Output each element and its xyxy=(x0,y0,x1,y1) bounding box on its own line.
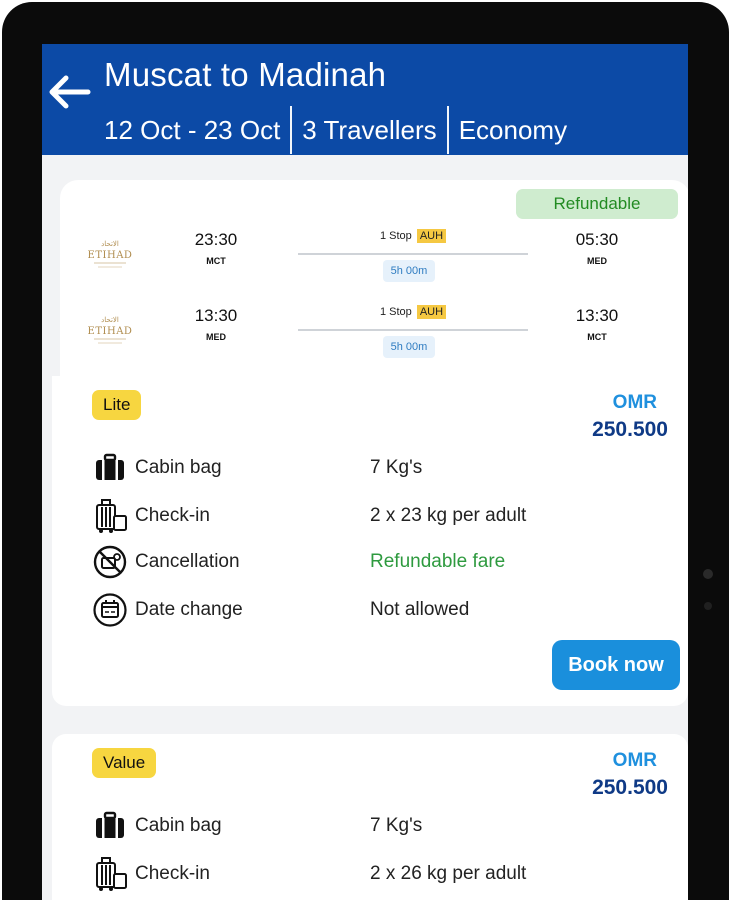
search-header: Muscat to Madinah 12 Oct - 23 Oct 3 Trav… xyxy=(42,44,688,155)
luggage-trolley-icon xyxy=(96,857,127,891)
stop-count: 1 Stop xyxy=(379,230,412,242)
calendar-icon xyxy=(93,593,127,627)
departure-airport: MED xyxy=(206,332,226,342)
feature-value: 2 x 26 kg per adult xyxy=(370,863,527,884)
arrival-time: 13:30 xyxy=(575,306,619,325)
feature-check-in: Check-in 2 x 26 kg per adult xyxy=(92,856,652,892)
etihad-logo-icon: الاتحاد ETIHAD xyxy=(88,316,133,344)
arrival-time: 05:30 xyxy=(575,230,619,249)
feature-label: Cabin bag xyxy=(135,815,222,836)
tablet-side-button xyxy=(703,569,713,579)
feature-cabin-bag: Cabin bag 7 Kg's xyxy=(92,450,652,486)
feature-label: Cabin bag xyxy=(135,457,222,478)
feature-check-in: Check-in 2 x 23 kg per adult xyxy=(92,498,652,534)
cabin-class: Economy xyxy=(458,114,568,145)
feature-value: 2 x 23 kg per adult xyxy=(370,505,527,526)
back-arrow-icon xyxy=(49,75,91,109)
no-cancellation-icon xyxy=(93,545,127,579)
feature-cabin-bag: Cabin bag 7 Kg's xyxy=(92,808,652,844)
feature-value: 7 Kg's xyxy=(370,815,423,836)
svg-text:الاتحاد: الاتحاد xyxy=(101,316,119,324)
feature-date-change: Date change Not allowed xyxy=(92,592,652,628)
departure-info: 23:30 MCT xyxy=(181,230,251,266)
flight-summary-card[interactable]: Refundable الاتحاد ETIHAD 23:30 MCT 1 St… xyxy=(60,180,688,380)
stopover-airport: AUH xyxy=(416,229,447,243)
arrival-airport: MCT xyxy=(587,332,607,342)
traveller-count: 3 Travellers xyxy=(302,114,437,145)
suitcase-icon xyxy=(96,453,124,480)
price-currency: OMR xyxy=(612,750,657,771)
flight-duration: 5h 00m xyxy=(383,260,435,282)
book-now-button[interactable]: Book now xyxy=(552,640,680,690)
fare-name-badge: Value xyxy=(92,748,157,778)
flight-leg-return: الاتحاد ETIHAD 13:30 MED 1 Stop AUH 5h 0… xyxy=(60,305,688,366)
departure-airport: MCT xyxy=(206,256,226,266)
departure-time: 13:30 xyxy=(194,306,238,325)
feature-value: Not allowed xyxy=(370,599,470,620)
flight-leg-outbound: الاتحاد ETIHAD 23:30 MCT 1 Stop AUH 5h 0… xyxy=(60,229,688,290)
tablet-side-button xyxy=(704,602,712,610)
divider xyxy=(290,106,293,154)
travel-dates: 12 Oct - 23 Oct xyxy=(104,114,281,145)
fare-card-lite: Lite OMR 250.500 Cabin bag 7 Kg's Check-… xyxy=(52,376,688,706)
price-currency: OMR xyxy=(612,392,657,413)
fare-card-value: Value OMR 250.500 Cabin bag 7 Kg's Check… xyxy=(52,734,688,900)
price-amount: 250.500 xyxy=(592,776,668,799)
app-screen: Muscat to Madinah 12 Oct - 23 Oct 3 Trav… xyxy=(42,44,688,900)
route-line xyxy=(298,253,528,255)
flight-duration: 5h 00m xyxy=(383,336,435,358)
departure-time: 23:30 xyxy=(194,230,238,249)
feature-label: Check-in xyxy=(135,505,210,526)
departure-info: 13:30 MED xyxy=(181,306,251,342)
stop-count: 1 Stop xyxy=(379,306,412,318)
divider xyxy=(446,106,449,154)
arrival-airport: MED xyxy=(587,256,607,266)
svg-text:الاتحاد: الاتحاد xyxy=(101,240,119,248)
back-button[interactable] xyxy=(46,72,92,112)
refundable-badge: Refundable xyxy=(516,189,678,219)
route-title: Muscat to Madinah xyxy=(104,56,387,93)
stops-info: 1 Stop AUH xyxy=(298,305,528,319)
route-details: 1 Stop AUH 5h 00m xyxy=(298,305,528,366)
svg-text:ETIHAD: ETIHAD xyxy=(88,250,133,261)
price-amount: 250.500 xyxy=(592,418,668,441)
arrival-info: 05:30 MED xyxy=(562,230,632,266)
feature-label: Date change xyxy=(135,599,243,620)
suitcase-icon xyxy=(96,811,124,838)
fare-name-badge: Lite xyxy=(92,390,142,420)
etihad-logo-icon: الاتحاد ETIHAD xyxy=(88,240,133,268)
search-summary: 12 Oct - 23 Oct 3 Travellers Economy xyxy=(104,106,567,154)
feature-label: Check-in xyxy=(135,863,210,884)
arrival-info: 13:30 MCT xyxy=(562,306,632,342)
feature-value: 7 Kg's xyxy=(370,457,423,478)
stopover-airport: AUH xyxy=(416,305,447,319)
feature-value: Refundable fare xyxy=(370,551,506,572)
route-details: 1 Stop AUH 5h 00m xyxy=(298,229,528,290)
feature-cancellation: Cancellation Refundable fare xyxy=(92,544,652,580)
svg-text:ETIHAD: ETIHAD xyxy=(88,326,133,337)
feature-label: Cancellation xyxy=(135,551,240,572)
luggage-trolley-icon xyxy=(96,499,127,533)
stops-info: 1 Stop AUH xyxy=(298,229,528,243)
route-line xyxy=(298,329,528,331)
